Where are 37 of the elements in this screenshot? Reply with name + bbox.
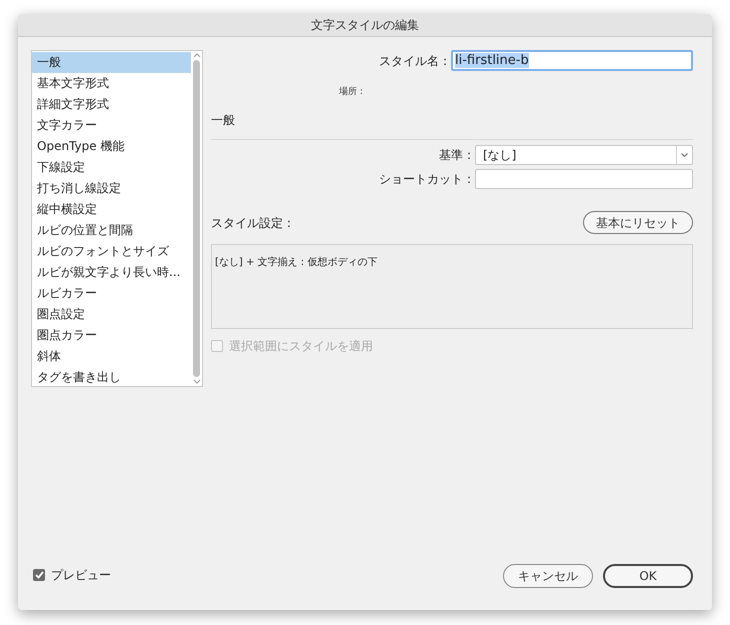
- style-settings-text: [なし] + 文字揃え : 仮想ボディの下: [215, 257, 378, 268]
- ok-button[interactable]: OK: [603, 564, 693, 588]
- shortcut-label: ショートカット :: [379, 171, 471, 188]
- category-item[interactable]: ルビが親文字より長い時...: [32, 262, 191, 283]
- preview-checkbox[interactable]: [33, 569, 45, 581]
- cancel-button[interactable]: キャンセル: [503, 564, 593, 588]
- based-on-dropdown[interactable]: [なし]: [475, 145, 693, 165]
- preview-label: プレビュー: [51, 567, 111, 584]
- category-item[interactable]: 詳細文字形式: [32, 94, 191, 115]
- category-item[interactable]: 打ち消し線設定: [32, 178, 191, 199]
- style-name-label: スタイル名 :: [379, 52, 447, 70]
- category-item[interactable]: ルビカラー: [32, 283, 191, 304]
- category-item[interactable]: 下線設定: [32, 157, 191, 178]
- category-item[interactable]: 圏点設定: [32, 304, 191, 325]
- category-item[interactable]: OpenType 機能: [32, 136, 191, 157]
- category-item[interactable]: ルビの位置と間隔: [32, 220, 191, 241]
- category-item[interactable]: 縦中横設定: [32, 199, 191, 220]
- apply-to-selection-label: 選択範囲にスタイルを適用: [229, 338, 373, 355]
- reset-button[interactable]: 基本にリセット: [583, 211, 693, 234]
- chevron-down-icon: [681, 153, 688, 157]
- section-title: 一般: [211, 113, 235, 127]
- category-item[interactable]: タグを書き出し: [32, 367, 191, 388]
- scroll-down-icon[interactable]: [192, 379, 200, 384]
- location-label: 場所 :: [339, 87, 363, 97]
- category-item[interactable]: 斜体: [32, 346, 191, 367]
- category-item[interactable]: 文字カラー: [32, 115, 191, 136]
- style-settings-label: スタイル設定 :: [211, 214, 291, 232]
- window-title: 文字スタイルの編集: [311, 17, 419, 34]
- category-item[interactable]: 圏点カラー: [32, 325, 191, 346]
- based-on-label: 基準 :: [439, 147, 471, 164]
- category-item[interactable]: ルビのフォントとサイズ: [32, 241, 191, 262]
- scroll-up-icon[interactable]: [192, 53, 200, 58]
- category-item[interactable]: 基本文字形式: [32, 73, 191, 94]
- scrollbar[interactable]: [191, 51, 202, 386]
- shortcut-field[interactable]: [475, 169, 693, 189]
- style-name-field[interactable]: li-firstline-b: [451, 50, 693, 71]
- category-item[interactable]: 一般: [32, 52, 191, 73]
